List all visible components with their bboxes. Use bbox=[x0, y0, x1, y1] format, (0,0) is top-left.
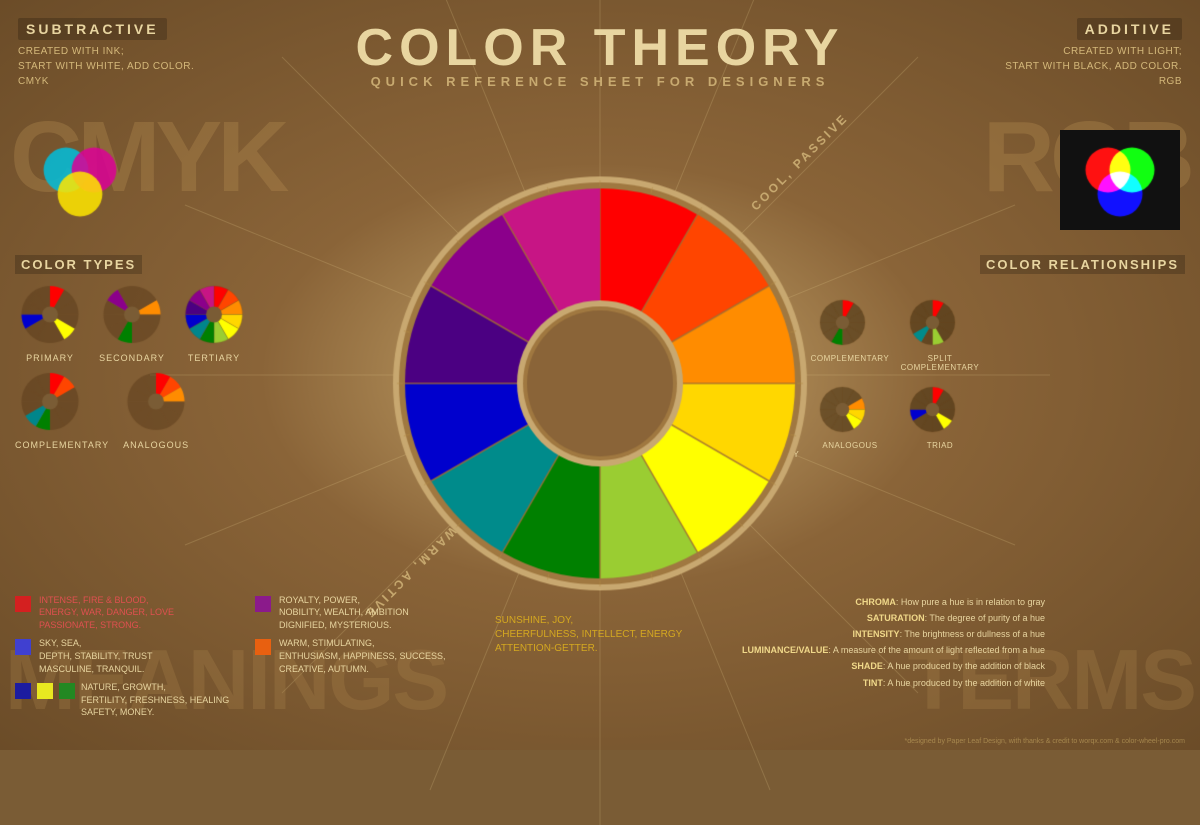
yellow-meaning-text: SUNSHINE, JOY,CHEERFULNESS, INTELLECT, E… bbox=[495, 614, 685, 656]
analogous-item: ANALOGOUS bbox=[121, 371, 191, 450]
analogous-label: ANALOGOUS bbox=[121, 440, 191, 450]
luminance-value: : A measure of the amount of light refle… bbox=[828, 645, 1045, 655]
color-types-row1: PRIMARY SECONDARY TERTIARY bbox=[15, 284, 249, 363]
green-swatch bbox=[59, 683, 75, 699]
yellow-section: SUNSHINE, JOY,CHEERFULNESS, INTELLECT, E… bbox=[495, 614, 685, 725]
color-types-row2: COMPLEMENTARY ANALOGOUS bbox=[15, 371, 249, 450]
dark-blue-green-row: NATURE, GROWTH,FERTILITY, FRESHNESS, HEA… bbox=[15, 681, 235, 719]
tint-value: : A hue produced by the addition of whit… bbox=[883, 678, 1045, 688]
triad-item: TRIAD bbox=[900, 382, 980, 459]
subtractive-label: SUBTRACTIVE bbox=[18, 18, 167, 40]
blue-swatch bbox=[15, 639, 31, 655]
purple-meaning-text: ROYALTY, POWER,NOBILITY, WEALTH, AMBITIO… bbox=[279, 594, 409, 632]
color-relationships-label: COLOR RELATIONSHIPS bbox=[980, 255, 1185, 274]
blue-meaning: SKY, SEA,DEPTH, STABILITY, TRUSTMASCULIN… bbox=[15, 637, 235, 675]
complementary-label: COMPLEMENTARY bbox=[15, 440, 109, 450]
additive-section: ADDITIVE CREATED WITH LIGHT;START WITH B… bbox=[1005, 18, 1182, 89]
tertiary-label: TERTIARY bbox=[179, 353, 249, 363]
blue-meaning-text: SKY, SEA,DEPTH, STABILITY, TRUSTMASCULIN… bbox=[39, 637, 153, 675]
analogous-rel-item: ANALOGOUS bbox=[810, 382, 890, 459]
complementary-item: COMPLEMENTARY bbox=[15, 371, 109, 450]
luminance-term: LUMINANCE/VALUE: A measure of the amount… bbox=[705, 642, 1045, 658]
intensity-key: INTENSITY bbox=[853, 629, 900, 639]
color-types-section: COLOR TYPES PRIMARY SECONDARY TERTIARY C… bbox=[15, 255, 249, 450]
purple-meaning: ROYALTY, POWER,NOBILITY, WEALTH, AMBITIO… bbox=[255, 594, 475, 632]
split-complementary-label: SPLITCOMPLEMENTARY bbox=[900, 354, 980, 372]
primary-label: PRIMARY bbox=[15, 353, 85, 363]
complementary-rel-label: COMPLEMENTARY bbox=[810, 354, 890, 363]
intensity-term: INTENSITY: The brightness or dullness of… bbox=[705, 626, 1045, 642]
secondary-label: SECONDARY bbox=[97, 353, 167, 363]
subtractive-description: CREATED WITH INK;START WITH WHITE, ADD C… bbox=[18, 44, 194, 89]
tertiary-item: TERTIARY bbox=[179, 284, 249, 363]
saturation-key: SATURATION bbox=[867, 613, 925, 623]
terms-section: CHROMA: How pure a hue is in relation to… bbox=[705, 594, 1045, 725]
footer-credit: *designed by Paper Leaf Design, with tha… bbox=[904, 738, 1185, 745]
green-meaning-text: NATURE, GROWTH,FERTILITY, FRESHNESS, HEA… bbox=[81, 681, 229, 719]
rgb-circles bbox=[1060, 130, 1180, 230]
meanings-right: ROYALTY, POWER,NOBILITY, WEALTH, AMBITIO… bbox=[255, 594, 475, 725]
saturation-term: SATURATION: The degree of purity of a hu… bbox=[705, 610, 1045, 626]
darkblue-swatch bbox=[15, 683, 31, 699]
red-meaning-text: INTENSE, FIRE & BLOOD,ENERGY, WAR, DANGE… bbox=[39, 594, 174, 632]
red-swatch bbox=[15, 596, 31, 612]
additive-label: ADDITIVE bbox=[1077, 18, 1182, 40]
yellow-swatch bbox=[37, 683, 53, 699]
triad-label: TRIAD bbox=[900, 441, 980, 450]
analogous-rel-label: ANALOGOUS bbox=[810, 441, 890, 450]
tint-key: TINT bbox=[863, 678, 883, 688]
primary-item: PRIMARY bbox=[15, 284, 85, 363]
purple-swatch bbox=[255, 596, 271, 612]
red-meaning: INTENSE, FIRE & BLOOD,ENERGY, WAR, DANGE… bbox=[15, 594, 235, 632]
orange-meaning-text: WARM, STIMULATING,ENTHUSIASM, HAPPINESS,… bbox=[279, 637, 446, 675]
luminance-key: LUMINANCE/VALUE bbox=[742, 645, 828, 655]
intensity-value: : The brightness or dullness of a hue bbox=[900, 629, 1045, 639]
color-types-label: COLOR TYPES bbox=[15, 255, 142, 274]
chroma-term: CHROMA: How pure a hue is in relation to… bbox=[705, 594, 1045, 610]
split-complementary-item: SPLITCOMPLEMENTARY bbox=[900, 295, 980, 372]
meanings-left: INTENSE, FIRE & BLOOD,ENERGY, WAR, DANGE… bbox=[15, 594, 235, 725]
orange-meaning: WARM, STIMULATING,ENTHUSIASM, HAPPINESS,… bbox=[255, 637, 475, 675]
terms-list: CHROMA: How pure a hue is in relation to… bbox=[705, 594, 1045, 691]
saturation-value: : The degree of purity of a hue bbox=[925, 613, 1045, 623]
bottom-section: INTENSE, FIRE & BLOOD,ENERGY, WAR, DANGE… bbox=[15, 594, 1185, 725]
subtractive-section: SUBTRACTIVE CREATED WITH INK;START WITH … bbox=[18, 18, 194, 89]
chroma-value: : How pure a hue is in relation to gray bbox=[896, 597, 1045, 607]
shade-term: SHADE: A hue produced by the addition of… bbox=[705, 658, 1045, 674]
shade-key: SHADE bbox=[851, 661, 883, 671]
orange-swatch bbox=[255, 639, 271, 655]
shade-value: : A hue produced by the addition of blac… bbox=[883, 661, 1045, 671]
tint-term: TINT: A hue produced by the addition of … bbox=[705, 675, 1045, 691]
chroma-key: CHROMA bbox=[855, 597, 896, 607]
cmyk-circles bbox=[20, 130, 140, 230]
secondary-item: SECONDARY bbox=[97, 284, 167, 363]
complementary-rel-item: COMPLEMENTARY bbox=[810, 295, 890, 372]
additive-description: CREATED WITH LIGHT;START WITH BLACK, ADD… bbox=[1005, 44, 1182, 89]
